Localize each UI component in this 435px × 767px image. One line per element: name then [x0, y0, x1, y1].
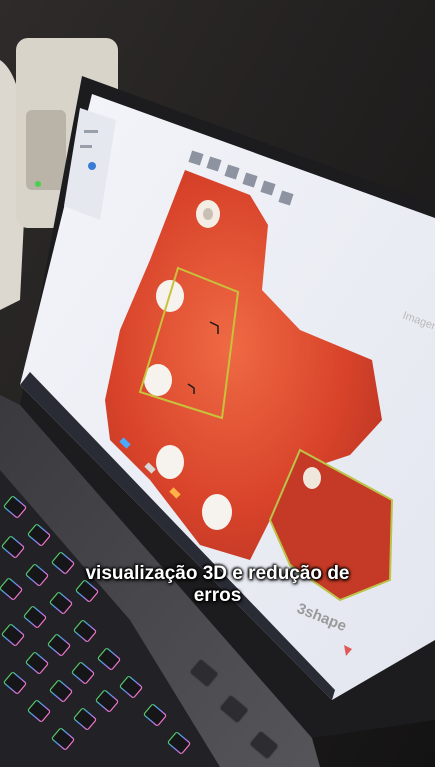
caption-line-2: erros — [193, 585, 242, 606]
tool-icon[interactable] — [88, 162, 96, 170]
scan-hole — [156, 445, 184, 479]
caption-line-1: visualização 3D e redução de — [85, 563, 350, 584]
photo-scene: Imagen 3shape visualização 3D e redução … — [0, 0, 435, 767]
scan-body-detail — [303, 467, 321, 489]
laptop-photo: Imagen 3shape — [0, 0, 435, 767]
scan-body — [144, 364, 172, 396]
scan-hole — [202, 494, 232, 530]
